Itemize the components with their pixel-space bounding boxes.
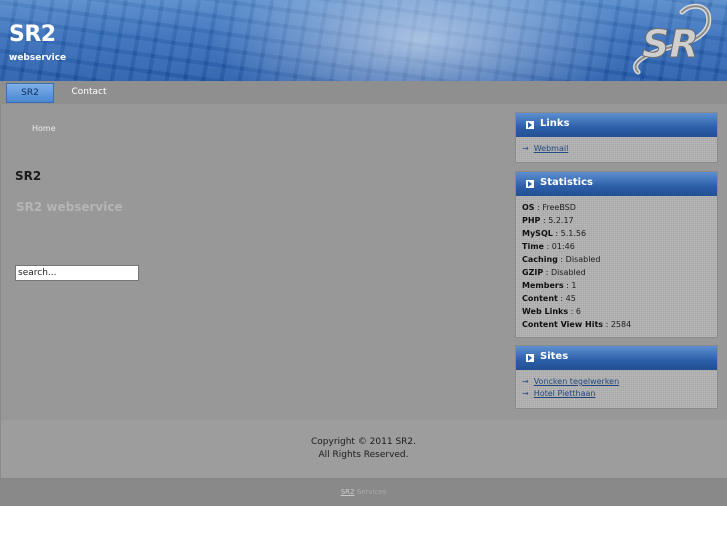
copyright-text: Copyright © 2011 SR2. All Rights Reserve… (1, 436, 726, 462)
page-subtitle: SR2 webservice (16, 200, 123, 214)
statistics-module: Statistics OS : FreeBSD PHP : 5.2.17 MyS… (515, 171, 718, 338)
main-nav: SR2 Contact (0, 81, 727, 104)
stat-label: Content View Hits (522, 320, 604, 329)
stat-value: FreeBSD (542, 203, 576, 212)
breadcrumb-home[interactable]: Home (32, 124, 56, 133)
copyright-line-1: Copyright © 2011 SR2. (310, 437, 417, 447)
nav-tab-sr2[interactable]: SR2 (6, 83, 54, 103)
stat-value: Disabled (551, 268, 586, 277)
statistics-module-header: Statistics (516, 172, 717, 196)
sites-module-title: Sites (540, 351, 569, 362)
link-webmail[interactable]: Webmail (534, 144, 569, 153)
arrow-right-icon: → (522, 389, 529, 398)
credit-services: Services (356, 488, 387, 496)
stat-label: Members (522, 281, 564, 290)
page: SR2 webservice SR SR2 Contact Home SR2 S… (0, 0, 727, 545)
bullet-arrow-icon (526, 354, 534, 362)
list-item: → Webmail (522, 143, 711, 155)
stat-label: Web Links (522, 307, 569, 316)
stat-value: 5.1.56 (560, 229, 587, 238)
link-voncken-tegelwerken[interactable]: Voncken tegelwerken (534, 377, 619, 386)
sites-module: Sites → Voncken tegelwerken → Hotel Pietth… (515, 345, 718, 409)
credit-text: SR2 Services (0, 488, 727, 496)
copyright-line-2: All Rights Reserved. (318, 450, 409, 460)
list-item: → Voncken tegelwerken (522, 376, 711, 388)
stat-label: GZIP (522, 268, 544, 277)
statistics-module-title: Statistics (540, 177, 593, 188)
stat-value: 5.2.17 (548, 216, 574, 225)
stat-row-os: OS : FreeBSD (522, 203, 576, 212)
logo-text: SR (642, 22, 699, 66)
stat-row-time: Time : 01:46 (522, 242, 575, 251)
sites-module-header: Sites (516, 346, 717, 370)
bullet-arrow-icon (526, 121, 534, 129)
footer: Copyright © 2011 SR2. All Rights Reserve… (0, 420, 727, 478)
links-module-header: Links (516, 113, 717, 137)
search-input[interactable] (15, 265, 139, 281)
link-hotel-pietthaan[interactable]: Hotel Pietthaan (534, 389, 596, 398)
stat-label: PHP (522, 216, 541, 225)
nav-tab-contact[interactable]: Contact (64, 83, 114, 101)
stat-label: Caching (522, 255, 558, 264)
site-title[interactable]: SR2 (9, 22, 56, 47)
bottom-bar: SR2 Services (0, 478, 727, 506)
sr-logo-icon[interactable]: SR (620, 2, 715, 78)
links-module-body: → Webmail (516, 137, 717, 159)
stat-row-mysql: MySQL : 5.1.56 (522, 229, 587, 238)
stat-value: 45 (565, 294, 576, 303)
stat-value: 1 (571, 281, 577, 290)
stat-row-content-view-hits: Content View Hits : 2584 (522, 320, 632, 329)
site-header: SR2 webservice SR (0, 0, 727, 81)
credit-link-sr2[interactable]: SR2 (341, 488, 355, 496)
stat-row-members: Members : 1 (522, 281, 577, 290)
site-slogan: webservice (9, 53, 67, 63)
links-module: Links → Webmail (515, 112, 718, 163)
statistics-list: OS : FreeBSD PHP : 5.2.17 MySQL : 5.1.56… (516, 196, 717, 335)
header-glow (210, 0, 630, 81)
stat-row-content: Content : 45 (522, 294, 576, 303)
stat-value: Disabled (565, 255, 601, 264)
stat-label: Content (522, 294, 558, 303)
stat-row-php: PHP : 5.2.17 (522, 216, 574, 225)
stat-label: OS (522, 203, 535, 212)
stat-value: 01:46 (551, 242, 575, 251)
stat-row-caching: Caching : Disabled (522, 255, 601, 264)
stat-value: 6 (575, 307, 581, 316)
list-item: → Hotel Pietthaan (522, 388, 711, 400)
bullet-arrow-icon (526, 180, 534, 188)
stat-label: Time (522, 242, 544, 251)
stat-row-gzip: GZIP : Disabled (522, 268, 586, 277)
arrow-right-icon: → (522, 377, 529, 386)
sites-list: → Voncken tegelwerken → Hotel Pietthaan (516, 370, 717, 404)
links-module-title: Links (540, 118, 570, 129)
stat-value: 2584 (610, 320, 632, 329)
arrow-right-icon: → (522, 144, 529, 153)
stat-label: MySQL (522, 229, 553, 238)
stat-row-web-links: Web Links : 6 (522, 307, 581, 316)
page-title: SR2 (15, 169, 42, 183)
